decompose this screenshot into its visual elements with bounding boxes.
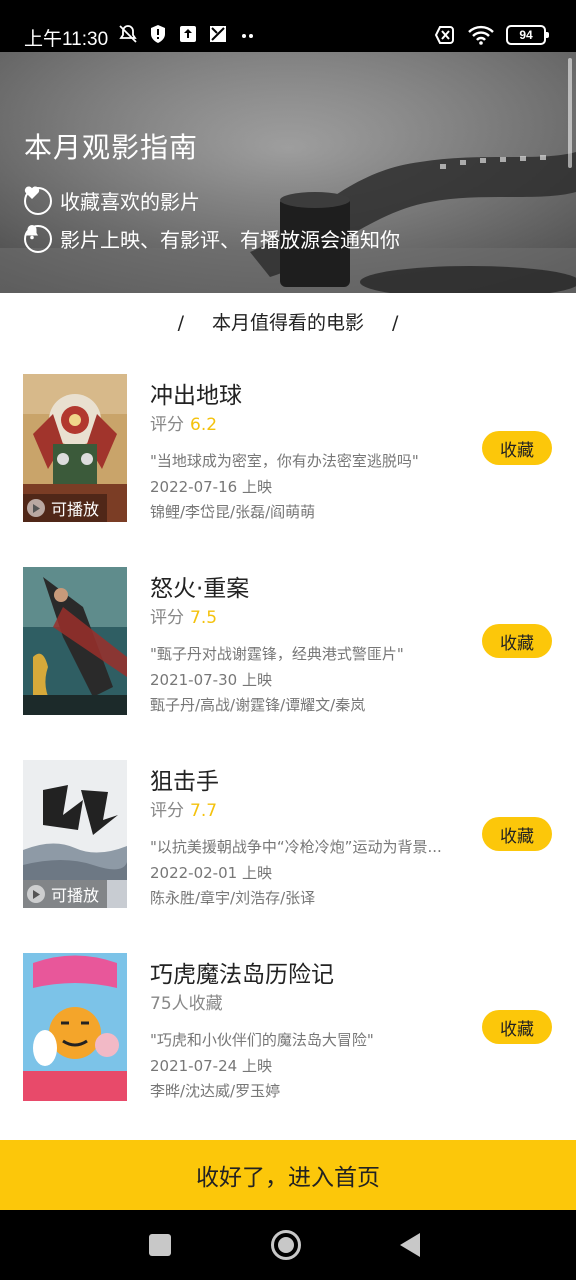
recents-button[interactable]: [149, 1234, 171, 1256]
movie-cast: 锦鲤/李岱昆/张磊/阎萌萌: [150, 503, 316, 521]
feature-favorite: 收藏喜欢的影片: [24, 186, 200, 215]
movie-item[interactable]: 怒火·重案 评分 7.5 "甄子丹对战谢霆锋，经典港式警匪片" 2021-07-3…: [0, 567, 576, 715]
favorite-button[interactable]: 收藏: [482, 1010, 552, 1044]
bell-off-icon: [119, 25, 137, 43]
movie-quote: "甄子丹对战谢霆锋，经典港式警匪片": [150, 645, 404, 663]
favorite-button[interactable]: 收藏: [482, 431, 552, 465]
movie-poster[interactable]: [23, 567, 127, 715]
film-reel-background: [0, 52, 576, 293]
status-bar: 上午11:30 94: [0, 0, 576, 52]
movie-title[interactable]: 巧虎魔法岛历险记: [150, 955, 334, 989]
page-title: 本月观影指南: [24, 131, 199, 164]
slash-right: /: [392, 312, 399, 334]
movie-cast: 甄子丹/高战/谢霆锋/谭耀文/秦岚: [150, 696, 366, 714]
back-button[interactable]: [400, 1233, 420, 1257]
release-date: 2022-07-16 上映: [150, 478, 272, 496]
play-icon: [27, 885, 45, 903]
score-value: 6.2: [190, 415, 218, 435]
shield-alert-icon: [151, 25, 165, 43]
movie-quote: "以抗美援朝战争中“冷枪冷炮”运动为背景...: [150, 838, 442, 856]
system-nav-bar: [0, 1210, 576, 1280]
release-date: 2021-07-24 上映: [150, 1057, 272, 1075]
more-dots-icon: [242, 34, 253, 38]
poster-image: [23, 953, 127, 1101]
battery-icon: 94: [506, 25, 549, 45]
score-value: 7.5: [190, 608, 218, 628]
movie-title[interactable]: 狙击手: [150, 762, 219, 796]
release-date: 2021-07-30 上映: [150, 671, 272, 689]
movie-cast: 李晔/沈达威/罗玉婷: [150, 1082, 281, 1100]
section-title: / 本月值得看的电影 /: [0, 308, 576, 335]
playable-label: 可播放: [51, 886, 100, 905]
status-time: 上午11:30: [24, 29, 109, 50]
slash-left: /: [177, 312, 184, 334]
enter-home-button[interactable]: 收好了，进入首页: [0, 1140, 576, 1210]
movie-poster[interactable]: 可播放: [23, 374, 127, 522]
status-icons-left: [118, 24, 258, 44]
movie-score: 评分 7.5: [150, 603, 217, 628]
battery-level: 94: [519, 28, 533, 42]
wifi-icon: [468, 25, 494, 45]
movie-quote: "巧虎和小伙伴们的魔法岛大冒险": [150, 1031, 374, 1049]
home-button[interactable]: [271, 1230, 301, 1260]
movie-title[interactable]: 冲出地球: [150, 376, 242, 410]
header-banner: 本月观影指南 收藏喜欢的影片 影片上映、有影评、有播放源会通知你: [0, 52, 576, 293]
app-icon: [210, 26, 226, 42]
release-date: 2022-02-01 上映: [150, 864, 272, 882]
score-label: 评分: [150, 415, 184, 435]
feature-notify: 影片上映、有影评、有播放源会通知你: [24, 224, 400, 253]
upload-icon: [180, 26, 196, 42]
movie-poster[interactable]: [23, 953, 127, 1101]
poster-image: [23, 567, 127, 715]
feature-notify-text: 影片上映、有影评、有播放源会通知你: [60, 228, 400, 252]
scrollbar[interactable]: [568, 58, 572, 168]
favorite-button[interactable]: 收藏: [482, 817, 552, 851]
section-title-text: 本月值得看的电影: [211, 312, 364, 334]
play-icon: [27, 499, 45, 517]
favorite-button[interactable]: 收藏: [482, 624, 552, 658]
playable-badge: 可播放: [23, 494, 108, 522]
movie-quote: "当地球成为密室，你有办法密室逃脱吗": [150, 452, 419, 470]
movie-cast: 陈永胜/章宇/刘浩存/张译: [150, 889, 316, 907]
movie-score: 评分 7.7: [150, 796, 217, 821]
score-value: 7.7: [190, 801, 218, 821]
score-label: 评分: [150, 801, 184, 821]
movie-item[interactable]: 巧虎魔法岛历险记 75人收藏 "巧虎和小伙伴们的魔法岛大冒险" 2021-07-…: [0, 953, 576, 1101]
status-icons-right: 94: [434, 25, 549, 45]
bell-icon: [24, 224, 52, 253]
no-sim-icon: [434, 26, 454, 44]
movie-title[interactable]: 怒火·重案: [150, 569, 249, 603]
playable-badge: 可播放: [23, 880, 108, 908]
feature-favorite-text: 收藏喜欢的影片: [60, 190, 200, 214]
movie-item[interactable]: 可播放 冲出地球 评分 6.2 "当地球成为密室，你有办法密室逃脱吗" 2022-…: [0, 374, 576, 522]
movie-favorites-count: 75人收藏: [150, 994, 223, 1014]
score-label: 评分: [150, 608, 184, 628]
movie-item[interactable]: 可播放 狙击手 评分 7.7 "以抗美援朝战争中“冷枪冷炮”运动为背景... 20…: [0, 760, 576, 908]
movie-poster[interactable]: 可播放: [23, 760, 127, 908]
movie-score: 评分 6.2: [150, 410, 217, 435]
heart-icon: [24, 186, 52, 215]
playable-label: 可播放: [51, 500, 100, 519]
